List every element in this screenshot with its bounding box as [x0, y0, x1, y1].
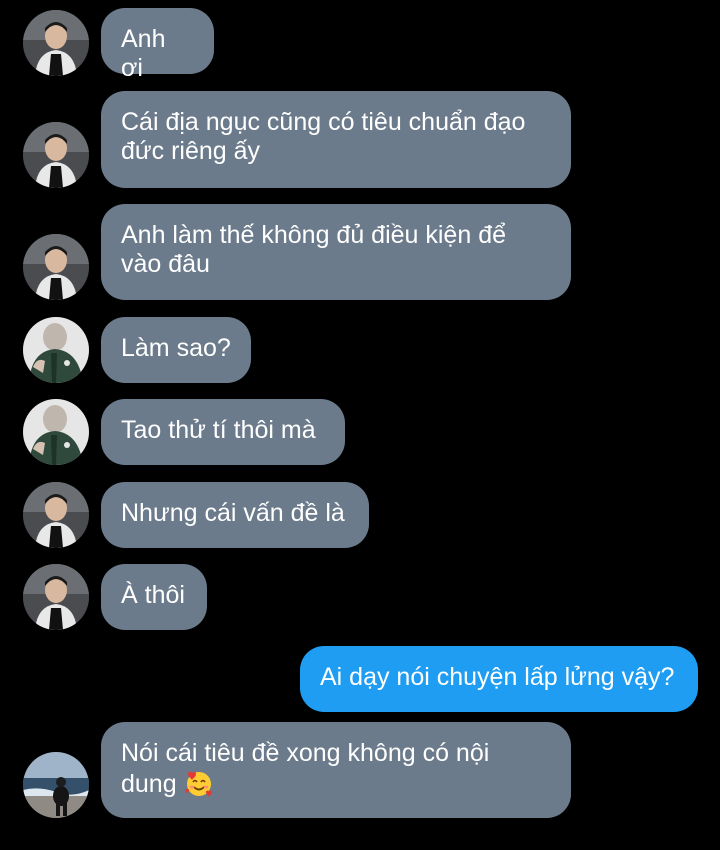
- avatar[interactable]: [23, 234, 89, 300]
- avatar[interactable]: [23, 399, 89, 465]
- message-bubble[interactable]: Tao thử tí thôi mà: [101, 399, 345, 465]
- message-row: Làm sao?: [0, 317, 720, 383]
- message-bubble[interactable]: À thôi: [101, 564, 207, 630]
- message-row: Anh làm thế không đủ điều kiện để vào đâ…: [0, 204, 720, 300]
- message-bubble-outgoing[interactable]: Ai dạy nói chuyện lấp lửng vậy?: [300, 646, 698, 712]
- message-row: Cái địa ngục cũng có tiêu chuẩn đạo đức …: [0, 91, 720, 188]
- message-row: Anh ơi: [0, 8, 720, 82]
- message-bubble[interactable]: Nhưng cái vấn đề là: [101, 482, 369, 548]
- message-bubble[interactable]: Nói cái tiêu đề xong không có nội dung: [101, 722, 571, 818]
- avatar[interactable]: [23, 752, 89, 818]
- message-row: À thôi: [0, 564, 720, 630]
- avatar[interactable]: [23, 482, 89, 548]
- message-row: Nhưng cái vấn đề là: [0, 482, 720, 548]
- message-bubble[interactable]: Làm sao?: [101, 317, 251, 383]
- message-text: Nói cái tiêu đề xong không có nội dung: [121, 739, 490, 798]
- message-bubble[interactable]: Cái địa ngục cũng có tiêu chuẩn đạo đức …: [101, 91, 571, 188]
- avatar[interactable]: [23, 317, 89, 383]
- avatar[interactable]: [23, 122, 89, 188]
- message-bubble[interactable]: Anh làm thế không đủ điều kiện để vào đâ…: [101, 204, 571, 300]
- message-row: Ai dạy nói chuyện lấp lửng vậy?: [0, 646, 720, 712]
- avatar[interactable]: [23, 564, 89, 630]
- message-row: Nói cái tiêu đề xong không có nội dung: [0, 722, 720, 818]
- message-row: Tao thử tí thôi mà: [0, 399, 720, 465]
- message-bubble[interactable]: Anh ơi: [101, 8, 214, 82]
- avatar[interactable]: [23, 10, 89, 76]
- smiling-face-with-hearts-icon: [184, 771, 212, 797]
